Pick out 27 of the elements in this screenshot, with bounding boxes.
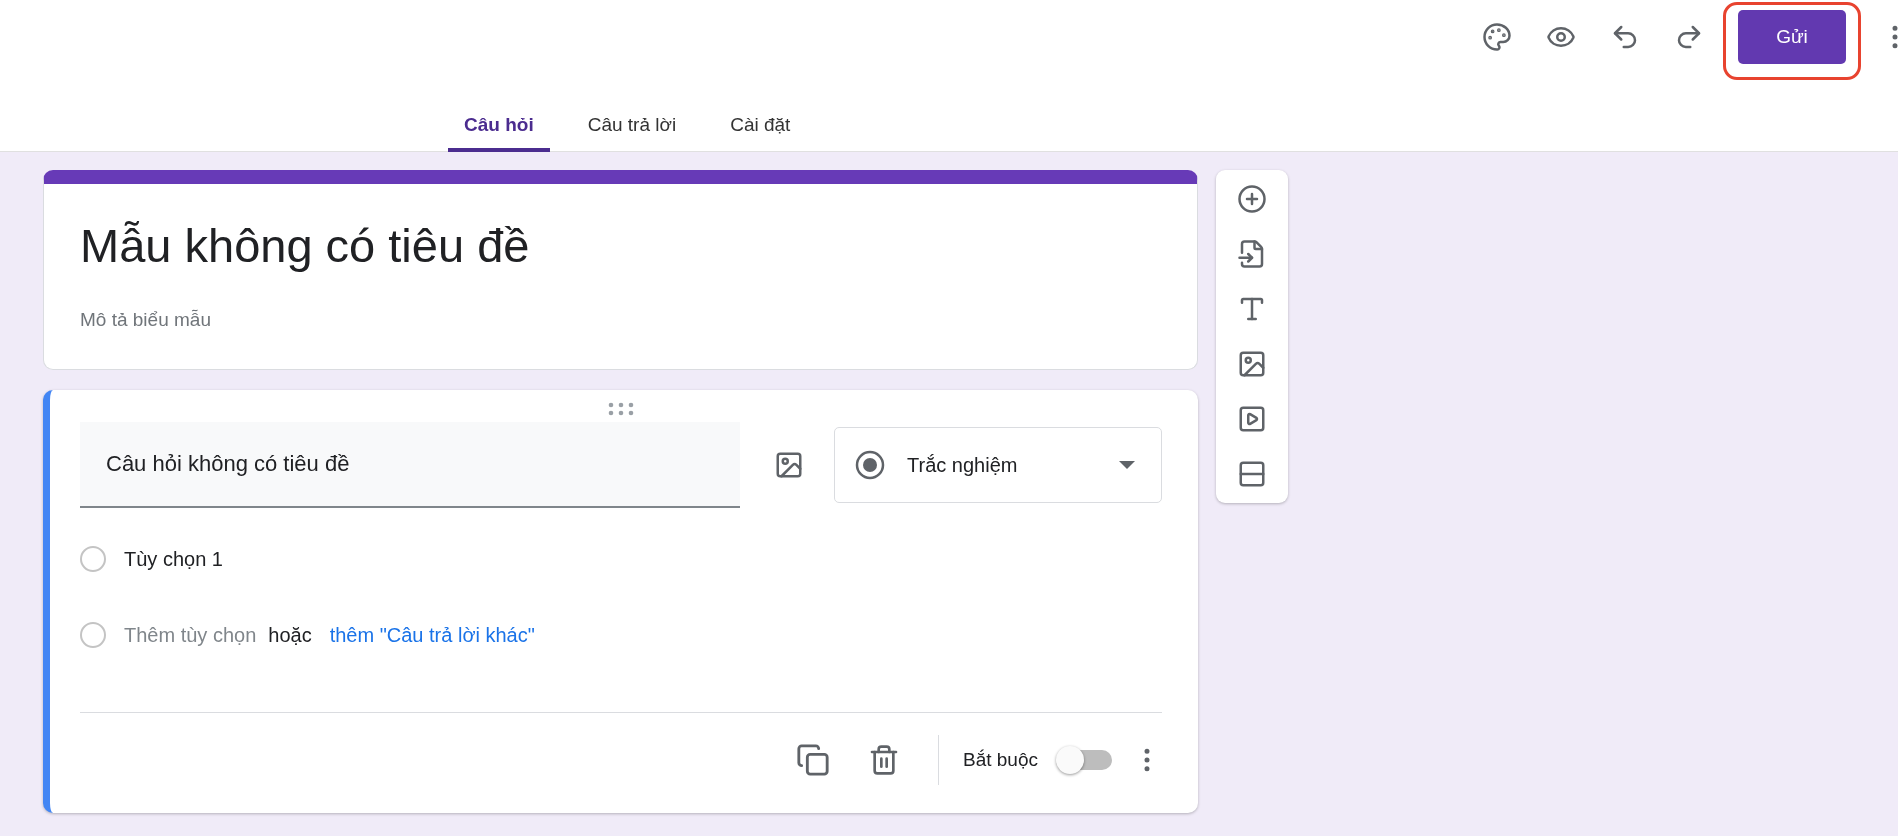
palette-icon[interactable]	[1482, 22, 1512, 52]
delete-icon[interactable]	[868, 744, 900, 776]
form-title[interactable]: Mẫu không có tiêu đề	[80, 218, 1161, 273]
add-section-icon[interactable]	[1237, 459, 1267, 489]
tab[interactable]: Cài đặt	[714, 114, 807, 152]
add-other-link[interactable]: thêm "Câu trả lời khác"	[329, 623, 535, 647]
add-image-icon[interactable]	[1237, 349, 1267, 379]
radio-selected-icon	[855, 450, 885, 480]
send-button[interactable]: Gửi	[1738, 10, 1846, 64]
or-text: hoặc	[268, 623, 312, 647]
required-toggle[interactable]	[1056, 745, 1112, 775]
radio-button[interactable]	[80, 622, 106, 648]
drag-handle-icon[interactable]	[608, 402, 634, 416]
add-video-icon[interactable]	[1237, 404, 1267, 434]
tab[interactable]: Câu trả lời	[571, 114, 693, 152]
required-label: Bắt buộc	[963, 749, 1038, 771]
duplicate-icon[interactable]	[796, 743, 830, 777]
add-option-field[interactable]: Thêm tùy chọn	[124, 623, 257, 647]
question-type-dropdown[interactable]: Trắc nghiệm	[834, 427, 1162, 503]
radio-button[interactable]	[80, 546, 106, 572]
dropdown-caret-icon	[1119, 461, 1135, 469]
add-image-icon[interactable]	[774, 450, 804, 480]
tab[interactable]: Câu hỏi	[448, 114, 550, 152]
form-description-field[interactable]: Mô tả biểu mẫu	[80, 309, 1161, 331]
add-question-icon[interactable]	[1237, 184, 1267, 214]
question-title-field[interactable]: Câu hỏi không có tiêu đề	[80, 422, 740, 508]
option-label[interactable]: Tùy chọn 1	[124, 547, 223, 571]
